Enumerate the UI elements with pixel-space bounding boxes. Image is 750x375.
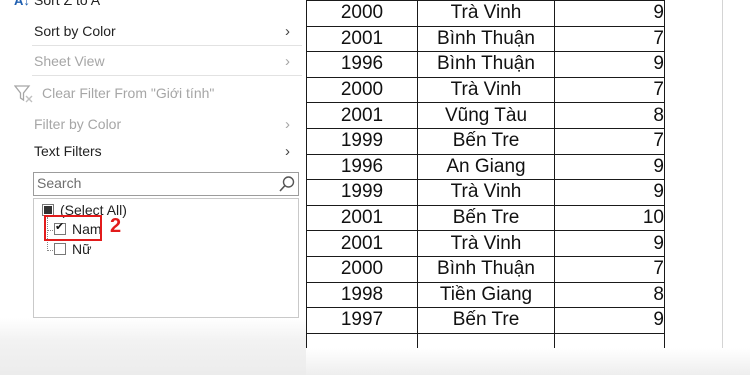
table-row: 1999 Trà Vinh 9 xyxy=(306,179,665,206)
table-row: 1999 Bến Tre 7 xyxy=(306,127,665,155)
score-cell[interactable]: 9 xyxy=(554,51,665,78)
score-cell[interactable]: 7 xyxy=(554,127,665,155)
year-cell[interactable]: 2001 xyxy=(306,25,418,53)
menu-divider xyxy=(32,75,302,76)
province-cell[interactable]: Trà Vinh xyxy=(417,0,555,27)
menu-divider xyxy=(32,45,302,46)
table-row: 2000 Bình Thuận 7 xyxy=(306,255,665,283)
table-row: 2001 Vũng Tàu 8 xyxy=(306,102,665,129)
year-cell[interactable]: 1996 xyxy=(306,51,418,78)
menu-sort-by-color[interactable]: Sort by Color › xyxy=(0,18,306,44)
year-cell[interactable]: 1997 xyxy=(306,307,418,334)
year-cell[interactable]: 2001 xyxy=(306,230,418,257)
menu-sheet-view[interactable]: Sheet View › xyxy=(0,48,306,74)
data-table: 2000 Trà Vinh 9 2001 Bình Thuận 7 1996 Bình Thu… xyxy=(306,0,665,360)
sheet-footer xyxy=(306,348,750,375)
menu-filter-by-color[interactable]: Filter by Color › xyxy=(0,111,306,137)
score-cell[interactable]: 7 xyxy=(554,255,665,283)
sort-descending-icon: A↓ xyxy=(14,0,30,8)
menu-clear-filter[interactable]: Clear Filter From "Giới tính" xyxy=(0,80,306,106)
score-cell[interactable]: 8 xyxy=(554,102,665,129)
checkbox-unchecked-icon[interactable] xyxy=(54,243,66,255)
table-row: 1998 Tiền Giang 8 xyxy=(306,281,665,309)
year-cell[interactable]: 1999 xyxy=(306,179,418,206)
score-cell[interactable]: 9 xyxy=(554,153,665,181)
province-cell[interactable]: An Giang xyxy=(417,153,555,181)
table-row: 2001 Bình Thuận 7 xyxy=(306,25,665,53)
year-cell[interactable]: 1996 xyxy=(306,153,418,181)
column-gridline xyxy=(722,0,723,375)
province-cell[interactable]: Trà Vinh xyxy=(417,179,555,206)
chevron-right-icon: › xyxy=(285,115,290,133)
table-row: 2000 Trà Vinh 7 xyxy=(306,76,665,104)
year-cell[interactable]: 1999 xyxy=(306,127,418,155)
province-cell[interactable]: Bến Tre xyxy=(417,127,555,155)
score-cell[interactable]: 10 xyxy=(554,204,665,232)
table-row: 2000 Trà Vinh 9 xyxy=(306,0,665,27)
spreadsheet-area: 2000 Trà Vinh 9 2001 Bình Thuận 7 1996 Bình Thu… xyxy=(306,0,750,375)
province-cell[interactable]: Bến Tre xyxy=(417,307,555,334)
score-cell[interactable]: 9 xyxy=(554,230,665,257)
score-cell[interactable]: 9 xyxy=(554,179,665,206)
search-icon[interactable] xyxy=(278,175,296,193)
year-cell[interactable]: 2001 xyxy=(306,102,418,129)
year-cell[interactable]: 2000 xyxy=(306,255,418,283)
province-cell[interactable]: Vũng Tàu xyxy=(417,102,555,129)
year-cell[interactable]: 1998 xyxy=(306,281,418,309)
province-cell[interactable]: Trà Vinh xyxy=(417,230,555,257)
score-cell[interactable]: 8 xyxy=(554,281,665,309)
menu-sort-by-color-label: Sort by Color xyxy=(34,23,116,39)
menu-sort-z-a[interactable]: A↓ Sort Z to A xyxy=(0,0,306,13)
menu-text-filters-label: Text Filters xyxy=(34,143,102,159)
menu-filter-by-color-label: Filter by Color xyxy=(34,116,122,132)
table-row: 2001 Trà Vinh 9 xyxy=(306,230,665,257)
score-cell[interactable]: 7 xyxy=(554,25,665,53)
score-cell[interactable]: 9 xyxy=(554,0,665,27)
highlight-box xyxy=(44,215,102,241)
chevron-right-icon: › xyxy=(285,142,290,160)
chevron-right-icon: › xyxy=(285,52,290,70)
province-cell[interactable]: Trà Vinh xyxy=(417,76,555,104)
table-row: 1997 Bến Tre 9 xyxy=(306,307,665,334)
score-cell[interactable]: 7 xyxy=(554,76,665,104)
province-cell[interactable]: Bình Thuận xyxy=(417,51,555,78)
score-cell[interactable]: 9 xyxy=(554,307,665,334)
province-cell[interactable]: Bình Thuận xyxy=(417,25,555,53)
year-cell[interactable]: 2001 xyxy=(306,204,418,232)
search-input[interactable] xyxy=(34,173,267,193)
table-row: 1996 Bình Thuận 9 xyxy=(306,51,665,78)
checklist-item-nu[interactable]: Nữ xyxy=(54,239,91,259)
table-row: 1996 An Giang 9 xyxy=(306,153,665,181)
menu-sort-z-a-label: Sort Z to A xyxy=(34,0,101,8)
province-cell[interactable]: Tiền Giang xyxy=(417,281,555,309)
province-cell[interactable]: Bến Tre xyxy=(417,204,555,232)
menu-text-filters[interactable]: Text Filters › xyxy=(0,138,306,164)
filter-panel: A↓ Sort Z to A Sort by Color › Sheet Vie… xyxy=(0,0,307,375)
menu-clear-filter-label: Clear Filter From "Giới tính" xyxy=(42,85,215,101)
checklist-label: Nữ xyxy=(72,241,92,257)
search-field[interactable] xyxy=(33,172,299,196)
panel-footer xyxy=(0,318,306,375)
province-cell[interactable]: Bình Thuận xyxy=(417,255,555,283)
chevron-right-icon: › xyxy=(285,22,290,40)
year-cell[interactable]: 2000 xyxy=(306,76,418,104)
step-number-label: 2 xyxy=(110,215,122,237)
table-row: 2001 Bến Tre 10 xyxy=(306,204,665,232)
year-cell[interactable]: 2000 xyxy=(306,0,418,27)
menu-sheet-view-label: Sheet View xyxy=(34,53,105,69)
